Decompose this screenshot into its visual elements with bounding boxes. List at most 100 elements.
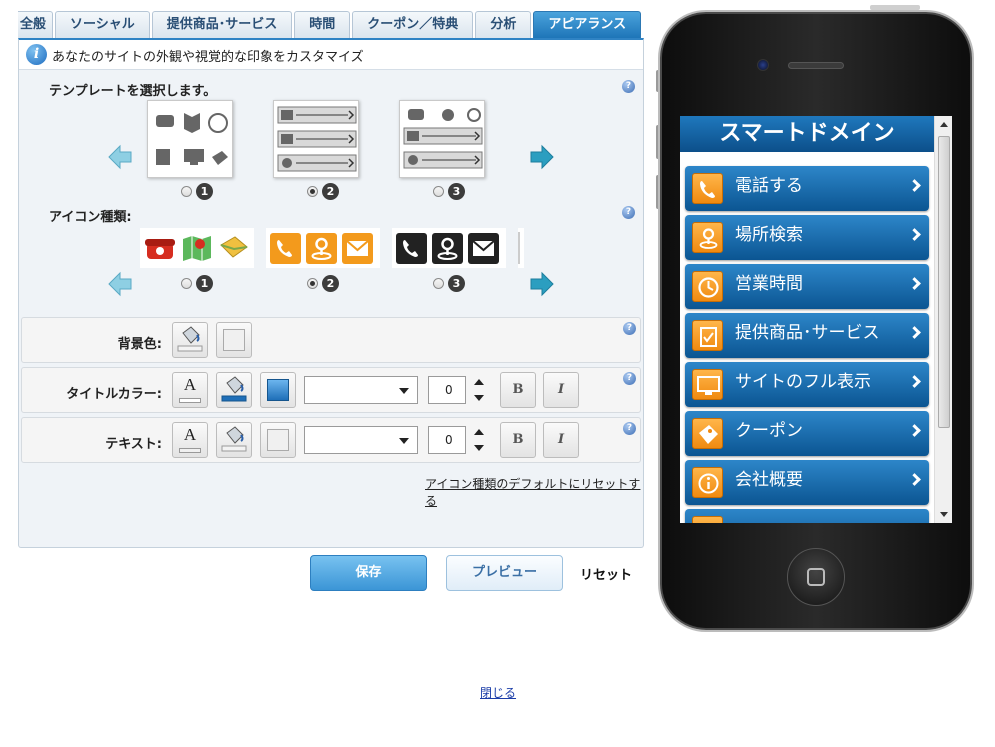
text-swatch-button[interactable] <box>260 422 296 458</box>
prev-template-arrow-icon[interactable] <box>107 144 133 170</box>
tab-general[interactable]: 全般 <box>18 11 54 38</box>
scroll-down-icon[interactable] <box>940 512 948 517</box>
tab-analytics[interactable]: 分析 <box>475 11 532 38</box>
scroll-up-icon[interactable] <box>940 122 948 127</box>
color-swatch <box>267 429 289 451</box>
menu-label: 場所検索 <box>735 225 803 245</box>
orange-envelope-icon <box>342 232 373 264</box>
icon-set-radio-1[interactable]: 1 <box>181 274 213 292</box>
option-number: 2 <box>322 274 339 292</box>
background-swatch-button[interactable] <box>216 322 252 358</box>
radio-button[interactable] <box>181 277 192 289</box>
phone-menu-item-hours[interactable]: 営業時間 <box>685 264 929 309</box>
close-link[interactable]: 閉じる <box>480 684 516 701</box>
title-swatch-button[interactable] <box>260 372 296 408</box>
size-stepper-icon[interactable] <box>468 372 490 408</box>
red-phone-icon <box>145 239 175 259</box>
radio-button[interactable] <box>307 277 318 289</box>
tab-appearance[interactable]: アピアランス <box>533 11 642 38</box>
template-option-2[interactable] <box>273 100 359 178</box>
reset-button[interactable]: リセット <box>580 564 632 583</box>
option-number: 1 <box>196 182 213 200</box>
text-size-input[interactable]: 0 <box>428 426 466 454</box>
prev-icon-set-arrow-icon[interactable] <box>107 271 133 297</box>
title-fill-color-button[interactable] <box>216 372 252 408</box>
save-button[interactable]: 保存 <box>310 555 427 591</box>
menu-icon-partial <box>692 516 723 523</box>
background-fill-button[interactable] <box>172 322 208 358</box>
scroll-thumb[interactable] <box>938 136 950 428</box>
help-icon[interactable]: ? <box>623 322 636 335</box>
title-font-color-button[interactable]: A <box>172 372 208 408</box>
menu-label: 電話する <box>735 176 803 196</box>
text-bold-button[interactable]: B <box>500 422 536 458</box>
radio-button[interactable] <box>181 185 192 197</box>
menu-label: 提供商品･サービス <box>735 323 880 343</box>
option-number: 3 <box>448 182 465 200</box>
template-option-3[interactable] <box>399 100 485 178</box>
help-icon[interactable]: ? <box>623 422 636 435</box>
phone-menu-item-coupon[interactable]: クーポン <box>685 411 929 456</box>
paint-bucket-icon <box>177 326 203 352</box>
phone-menu-item-partial[interactable] <box>685 509 929 523</box>
size-stepper-icon[interactable] <box>468 422 490 458</box>
tab-products-services[interactable]: 提供商品･サービス <box>151 11 293 38</box>
icon-set-option-3[interactable] <box>392 228 506 268</box>
chevron-right-icon <box>908 228 921 241</box>
reset-icon-defaults-link[interactable]: アイコン種類のデフォルトにリセットする <box>425 475 643 509</box>
text-fill-color-button[interactable] <box>216 422 252 458</box>
text-italic-button[interactable]: I <box>543 422 579 458</box>
next-template-arrow-icon[interactable] <box>529 144 555 170</box>
text-font-color-button[interactable]: A <box>172 422 208 458</box>
icon-set-radio-3[interactable]: 3 <box>433 274 465 292</box>
template-section-label: テンプレートを選択します。 <box>49 84 217 99</box>
map-icon <box>183 236 211 261</box>
next-icon-set-arrow-icon[interactable] <box>529 271 555 297</box>
title-font-select[interactable] <box>304 376 418 404</box>
radio-button[interactable] <box>307 185 318 197</box>
tab-bar: 全般 ソーシャル 提供商品･サービス 時間 クーポン／特典 分析 アピアランス <box>18 11 642 38</box>
option-number: 3 <box>448 274 465 292</box>
help-icon[interactable]: ? <box>623 372 636 385</box>
phone-menu-item-full-site[interactable]: サイトのフル表示 <box>685 362 929 407</box>
radio-button[interactable] <box>433 277 444 289</box>
phone-menu-item-about[interactable]: 会社概要 <box>685 460 929 505</box>
color-strip <box>179 448 201 453</box>
phone-menu-item-location[interactable]: 場所検索 <box>685 215 929 260</box>
color-strip <box>179 398 201 403</box>
template-option-1[interactable] <box>147 100 233 178</box>
chevron-down-icon <box>399 388 409 394</box>
template-radio-2[interactable]: 2 <box>307 182 339 200</box>
icon-set-radio-2[interactable]: 2 <box>307 274 339 292</box>
phone-scrollbar[interactable] <box>934 116 952 523</box>
tab-social[interactable]: ソーシャル <box>55 11 150 38</box>
title-size-input[interactable]: 0 <box>428 376 466 404</box>
template-radio-1[interactable]: 1 <box>181 182 213 200</box>
icon-set-option-1[interactable] <box>140 228 254 268</box>
preview-button[interactable]: プレビュー <box>446 555 563 591</box>
template-radio-3[interactable]: 3 <box>433 182 465 200</box>
phone-screen: スマートドメイン 電話する 場所検索 営業時間 提供商品･サービス サイトのフル… <box>680 116 952 523</box>
radio-button[interactable] <box>433 185 444 197</box>
icon-type-section-label: アイコン種類: <box>49 210 132 225</box>
chevron-right-icon <box>908 473 921 486</box>
background-color-row: 背景色: ? <box>21 317 641 363</box>
tab-hours[interactable]: 時間 <box>294 11 351 38</box>
title-bold-button[interactable]: B <box>500 372 536 408</box>
menu-label: サイトのフル表示 <box>735 372 871 392</box>
text-font-select[interactable] <box>304 426 418 454</box>
phone-site-title: スマートドメイン <box>680 116 934 152</box>
phone-menu-item-products[interactable]: 提供商品･サービス <box>685 313 929 358</box>
title-italic-button[interactable]: I <box>543 372 579 408</box>
help-icon[interactable]: ? <box>622 80 635 93</box>
help-icon[interactable]: ? <box>622 206 635 219</box>
phone-menu-item-call[interactable]: 電話する <box>685 166 929 211</box>
title-color-row: タイトルカラー: A 0 B I ? <box>21 367 641 413</box>
info-text: あなたのサイトの外観や視覚的な印象をカスタマイズ <box>52 50 364 65</box>
phone-camera <box>757 59 769 71</box>
orange-phone-icon <box>270 232 301 264</box>
info-icon <box>692 467 723 498</box>
font-color-a-icon: A <box>183 375 197 394</box>
icon-set-option-2[interactable] <box>266 228 380 268</box>
tab-coupons[interactable]: クーポン／特典 <box>352 11 474 38</box>
